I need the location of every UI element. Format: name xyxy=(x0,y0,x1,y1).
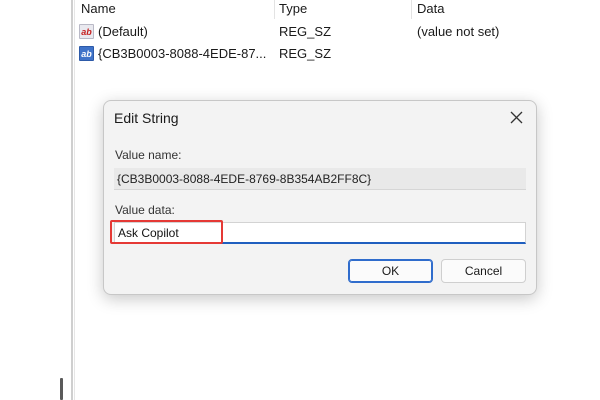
registry-tree-pane xyxy=(0,0,70,400)
column-header-name[interactable]: Name xyxy=(81,1,116,16)
list-row[interactable]: ab (Default) REG_SZ (value not set) xyxy=(75,21,600,43)
value-data-text: Ask Copilot xyxy=(118,226,179,240)
pane-splitter[interactable] xyxy=(71,0,73,400)
string-value-icon: ab xyxy=(79,24,94,39)
value-type: REG_SZ xyxy=(279,46,332,61)
column-header-type[interactable]: Type xyxy=(279,1,307,16)
value-name-text: {CB3B0003-8088-4EDE-8769-8B354AB2FF8C} xyxy=(117,172,372,186)
value-name: {CB3B0003-8088-4EDE-87... xyxy=(98,46,267,61)
column-divider[interactable] xyxy=(274,0,275,19)
column-divider[interactable] xyxy=(411,0,412,19)
string-value-icon: ab xyxy=(79,46,94,61)
value-name-field[interactable]: {CB3B0003-8088-4EDE-8769-8B354AB2FF8C} xyxy=(114,168,526,190)
edit-string-dialog: Edit String Value name: {CB3B0003-8088-4… xyxy=(103,100,537,295)
value-type: REG_SZ xyxy=(279,24,332,39)
column-header-data[interactable]: Data xyxy=(417,1,444,16)
close-icon xyxy=(510,111,523,124)
close-button[interactable] xyxy=(504,105,530,131)
ok-button[interactable]: OK xyxy=(348,259,433,283)
list-row[interactable]: ab {CB3B0003-8088-4EDE-87... REG_SZ xyxy=(75,43,600,65)
tree-scrollbar-thumb[interactable] xyxy=(60,378,63,400)
list-header: Name Type Data xyxy=(75,0,600,19)
value-data-label: Value data: xyxy=(115,203,175,217)
value-data: (value not set) xyxy=(417,24,500,39)
dialog-title: Edit String xyxy=(114,110,179,126)
value-data-input[interactable]: Ask Copilot xyxy=(114,222,526,244)
cancel-button[interactable]: Cancel xyxy=(441,259,526,283)
value-name: (Default) xyxy=(98,24,148,39)
value-name-label: Value name: xyxy=(115,148,182,162)
